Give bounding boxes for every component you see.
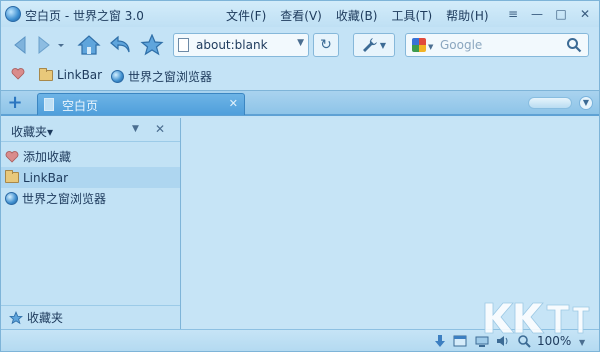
menu-bar: 文件(F) 查看(V) 收藏(B) 工具(T) 帮助(H): [219, 7, 496, 24]
history-dropdown-button[interactable]: [55, 33, 67, 57]
menu-view[interactable]: 查看(V): [273, 7, 329, 24]
sidebar-item-linkbar[interactable]: LinkBar: [1, 167, 180, 188]
address-input[interactable]: about:blank: [196, 38, 268, 52]
undo-arrow-icon: [110, 35, 130, 53]
page-icon: [44, 98, 54, 111]
sidebar-footer-label: 收藏夹: [27, 311, 64, 325]
globe-icon: [5, 192, 18, 205]
search-box[interactable]: ▼ Google: [405, 33, 589, 57]
tab-scroll-handle[interactable]: [528, 97, 572, 109]
search-icon[interactable]: [566, 37, 582, 53]
sidebar-close-icon[interactable]: ✕: [155, 122, 165, 136]
menu-favorites[interactable]: 收藏(B): [329, 7, 385, 24]
favorites-sidebar: 收藏夹▾ ▼ ✕ 添加收藏 LinkBar 世界之窗浏览器 收藏夹: [1, 118, 181, 329]
forward-button[interactable]: [31, 33, 55, 57]
engine-dropdown-icon[interactable]: ▼: [428, 43, 433, 51]
page-icon: [178, 38, 189, 52]
window-controls: ≡ — □ ✕: [503, 5, 595, 23]
wrench-icon: [362, 38, 377, 52]
navigation-bar: about:blank ▼ ↻ ▼ ▼ Google: [1, 27, 599, 63]
link-label: 世界之窗浏览器: [128, 70, 213, 84]
browser-window: 空白页 - 世界之窗 3.0 文件(F) 查看(V) 收藏(B) 工具(T) 帮…: [0, 0, 600, 352]
tab-close-icon[interactable]: ✕: [229, 97, 238, 110]
google-icon[interactable]: [412, 38, 426, 52]
window-title: 空白页 - 世界之窗 3.0: [25, 9, 144, 23]
sidebar-footer-tab[interactable]: 收藏夹: [1, 305, 180, 329]
heart-icon: [5, 150, 19, 163]
zoom-dropdown-icon[interactable]: ▼: [579, 338, 585, 347]
app-logo-icon: [5, 6, 21, 22]
title-bar: 空白页 - 世界之窗 3.0 文件(F) 查看(V) 收藏(B) 工具(T) 帮…: [1, 1, 599, 27]
menu-tools[interactable]: 工具(T): [384, 7, 439, 24]
sidebar-header: 收藏夹▾ ▼ ✕: [1, 118, 180, 142]
maximize-button[interactable]: □: [551, 5, 571, 23]
star-icon: [140, 34, 164, 56]
window-menu-button[interactable]: ≡: [503, 5, 523, 23]
link-theworld[interactable]: 世界之窗浏览器: [111, 68, 212, 85]
links-bar: LinkBar 世界之窗浏览器: [1, 63, 599, 89]
tab-blank[interactable]: 空白页 ✕: [37, 93, 245, 115]
address-bar[interactable]: about:blank ▼: [173, 33, 309, 57]
folder-icon: [39, 67, 53, 81]
back-arrow-icon: [14, 35, 26, 55]
link-linkbar[interactable]: LinkBar: [39, 67, 103, 82]
home-button[interactable]: [77, 33, 101, 57]
star-icon: [9, 310, 23, 324]
minimize-button[interactable]: —: [527, 5, 547, 23]
undo-close-button[interactable]: [109, 33, 133, 57]
new-tab-button[interactable]: +: [7, 94, 23, 112]
window-icon[interactable]: [453, 334, 467, 348]
sidebar-item-label: LinkBar: [23, 170, 69, 185]
sidebar-item-theworld[interactable]: 世界之窗浏览器: [1, 188, 180, 209]
link-label: LinkBar: [57, 68, 103, 82]
home-icon: [77, 35, 101, 55]
refresh-button[interactable]: ↻: [313, 33, 339, 57]
tools-button[interactable]: ▼: [353, 33, 395, 57]
sidebar-title[interactable]: 收藏夹▾: [11, 123, 53, 140]
chevron-down-icon: ▼: [379, 40, 387, 50]
favorites-star-button[interactable]: [140, 33, 164, 57]
globe-icon: [111, 70, 124, 83]
search-input[interactable]: Google: [440, 38, 482, 52]
address-dropdown-icon[interactable]: ▼: [297, 38, 304, 48]
add-favorite-link[interactable]: [11, 68, 25, 80]
menu-file[interactable]: 文件(F): [219, 7, 273, 24]
heart-icon: [11, 68, 25, 80]
tab-bar: + 空白页 ✕ ▼: [1, 90, 599, 116]
sidebar-item-label: 添加收藏: [23, 150, 72, 164]
refresh-icon: ↻: [320, 37, 332, 53]
close-button[interactable]: ✕: [575, 5, 595, 23]
sidebar-menu-icon[interactable]: ▼: [132, 124, 139, 134]
sidebar-item-add-favorite[interactable]: 添加收藏: [1, 146, 180, 167]
chevron-down-icon: [58, 44, 64, 47]
menu-help[interactable]: 帮助(H): [439, 7, 495, 24]
forward-arrow-icon: [38, 35, 50, 55]
folder-icon: [5, 170, 19, 183]
download-icon[interactable]: [433, 334, 447, 348]
tab-list-button[interactable]: ▼: [579, 96, 593, 110]
sidebar-item-label: 世界之窗浏览器: [22, 192, 107, 206]
tab-label: 空白页: [62, 99, 99, 113]
watermark-logo: [484, 302, 590, 334]
back-button[interactable]: [9, 33, 33, 57]
